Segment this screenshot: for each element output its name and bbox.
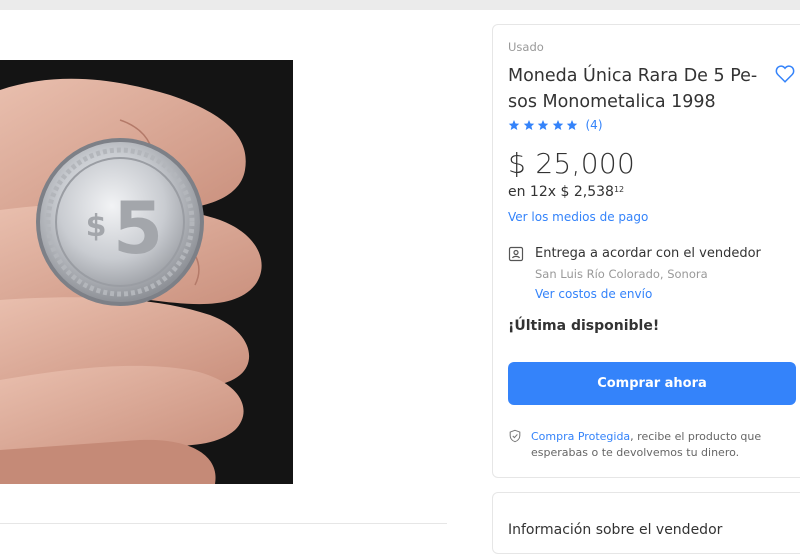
rating[interactable]: (4) bbox=[508, 118, 603, 132]
coin-numeral: 5 bbox=[113, 186, 163, 270]
divider bbox=[0, 523, 447, 524]
installments-cents: 12 bbox=[613, 185, 625, 194]
svg-text:$: $ bbox=[86, 209, 107, 244]
seller-info-heading: Información sobre el vendedor bbox=[508, 522, 723, 538]
delivery-location: San Luis Río Colorado, Sonora bbox=[535, 267, 708, 281]
person-card-icon bbox=[508, 246, 524, 262]
installments-amount: en 12x $ 2,538 bbox=[508, 184, 614, 200]
protected-purchase-link[interactable]: Compra Protegida bbox=[531, 430, 630, 443]
delivery-title: Entrega a acordar con el vendedor bbox=[535, 246, 761, 261]
shipping-costs-link[interactable]: Ver costos de envío bbox=[535, 287, 652, 301]
top-bar bbox=[0, 0, 800, 10]
heart-icon[interactable] bbox=[774, 63, 796, 85]
buy-now-button[interactable]: Comprar ahora bbox=[508, 362, 796, 405]
review-count[interactable]: (4) bbox=[586, 118, 603, 132]
star-icon bbox=[508, 120, 520, 130]
payment-methods-link[interactable]: Ver los medios de pago bbox=[508, 210, 648, 224]
coin-photo-illustration: 5 $ bbox=[0, 60, 293, 484]
price: $ 25,000 bbox=[508, 147, 636, 180]
installments: en 12x $ 2,53812 bbox=[508, 184, 624, 200]
star-icon bbox=[523, 120, 534, 130]
shield-check-icon bbox=[509, 429, 521, 443]
stock-status: ¡Última disponible! bbox=[508, 318, 660, 334]
star-icon bbox=[566, 120, 578, 130]
product-title: Moneda Única Rara De 5 Pe-sos Monometali… bbox=[508, 66, 758, 112]
item-condition: Usado bbox=[508, 40, 544, 54]
star-icon bbox=[537, 120, 549, 130]
product-photo[interactable]: 5 $ bbox=[0, 60, 293, 484]
buyer-protection: Compra Protegida, recibe el producto que… bbox=[531, 429, 791, 461]
star-icon bbox=[552, 120, 563, 130]
